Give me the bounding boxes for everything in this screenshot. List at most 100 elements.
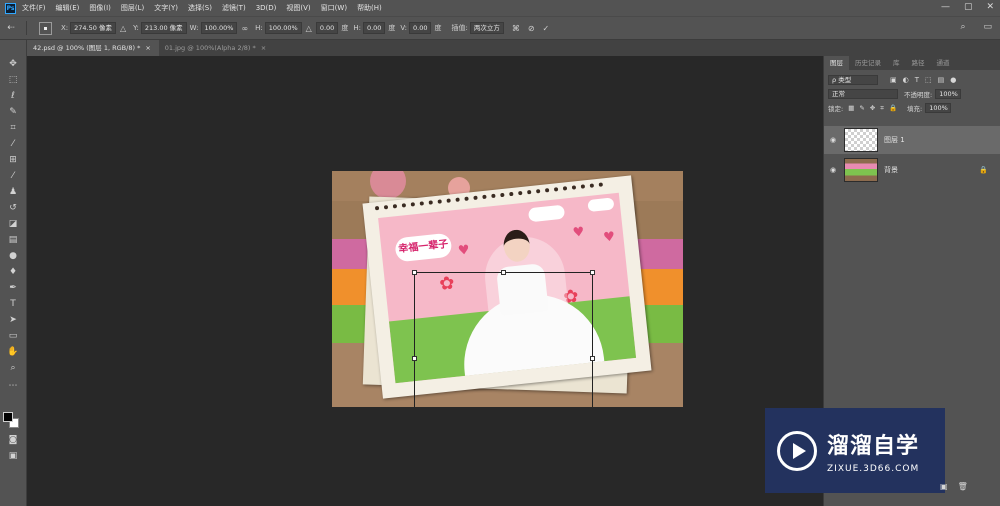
lock-artboard-icon[interactable]: ⌗ xyxy=(880,104,884,113)
tab-layers[interactable]: 图层 xyxy=(824,56,849,70)
lock-position-icon[interactable]: ✥ xyxy=(870,104,875,112)
screen-mode-icon[interactable]: ▣ xyxy=(5,450,21,463)
foreground-color-swatch[interactable] xyxy=(3,412,13,422)
blur-tool-icon[interactable]: ● xyxy=(5,250,21,263)
history-brush-tool-icon[interactable]: ↺ xyxy=(5,202,21,215)
type-filter-icon[interactable]: T xyxy=(915,76,919,84)
width-input[interactable]: 100.00% xyxy=(200,22,238,34)
y-input[interactable]: 213.00 像素 xyxy=(140,22,187,34)
layer-item-background[interactable]: ◉ 背景 🔒 xyxy=(824,156,1000,184)
warp-mode-icon[interactable]: ⌘ xyxy=(512,24,520,33)
tab-history[interactable]: 历史记录 xyxy=(849,56,887,70)
delete-layer-icon[interactable]: 🗑 xyxy=(958,482,968,491)
new-layer-icon[interactable]: ▣ xyxy=(940,482,948,491)
opacity-input[interactable]: 100% xyxy=(935,89,962,99)
pixel-filter-icon[interactable]: ▣ xyxy=(890,76,897,84)
lock-label: 锁定: xyxy=(828,105,844,113)
move-tool-preset-icon[interactable]: ⇠ xyxy=(0,23,22,33)
x-input[interactable]: 274.50 像素 xyxy=(70,22,116,34)
healing-tool-icon[interactable]: ⊞ xyxy=(5,154,21,167)
brush-tool-icon[interactable]: ⁄ xyxy=(5,170,21,183)
close-tab-icon[interactable]: × xyxy=(145,44,150,52)
type-tool-icon[interactable]: T xyxy=(5,298,21,311)
minimize-button[interactable]: — xyxy=(941,2,950,12)
lock-pixels-icon[interactable]: ✎ xyxy=(859,104,864,112)
menu-filter[interactable]: 滤镜(T) xyxy=(222,3,246,13)
shape-filter-icon[interactable]: ⬚ xyxy=(925,76,932,84)
hskew-input[interactable]: 0.00 xyxy=(362,22,386,34)
lock-transparent-icon[interactable]: ▦ xyxy=(848,104,854,112)
eyedropper-tool-icon[interactable]: ⁄ xyxy=(5,138,21,151)
commit-transform-icon[interactable]: ✓ xyxy=(543,24,550,33)
tab-42-psd[interactable]: 42.psd @ 100% (图层 1, RGB/8) * × xyxy=(27,40,159,56)
transform-handle[interactable] xyxy=(412,356,417,361)
options-bar: ⇠ X: 274.50 像素 △ Y: 213.00 像素 W: 100.00%… xyxy=(0,16,1000,40)
crop-tool-icon[interactable]: ⌗ xyxy=(5,122,21,135)
blend-mode-select[interactable]: 正常 xyxy=(828,89,898,99)
stamp-tool-icon[interactable]: ♟ xyxy=(5,186,21,199)
tab-01-jpg[interactable]: 01.jpg @ 100%(Alpha 2/8) * × xyxy=(159,40,274,56)
lock-all-icon[interactable]: 🔒 xyxy=(889,104,897,112)
transform-handle[interactable] xyxy=(412,270,417,275)
fill-input[interactable]: 100% xyxy=(925,103,952,113)
quick-select-tool-icon[interactable]: ✎ xyxy=(5,106,21,119)
transform-handle[interactable] xyxy=(590,270,595,275)
angle-input[interactable]: 0.00 xyxy=(315,22,339,34)
move-tool-icon[interactable]: ✥ xyxy=(5,58,21,71)
tab-paths[interactable]: 路径 xyxy=(906,56,931,70)
visibility-eye-icon[interactable]: ◉ xyxy=(824,166,842,174)
workspace-icon[interactable]: ▭ xyxy=(983,22,992,32)
pen-tool-icon[interactable]: ✒ xyxy=(5,282,21,295)
transform-handle[interactable] xyxy=(590,356,595,361)
x-label: X: xyxy=(61,24,69,32)
menu-edit[interactable]: 编辑(E) xyxy=(56,3,80,13)
marquee-tool-icon[interactable]: ⬚ xyxy=(5,74,21,87)
menu-window[interactable]: 窗口(W) xyxy=(321,3,347,13)
height-input[interactable]: 100.00% xyxy=(264,22,302,34)
menu-view[interactable]: 视图(V) xyxy=(286,3,310,13)
transform-bounding-box[interactable] xyxy=(412,270,595,407)
reference-point-icon[interactable] xyxy=(39,21,52,35)
triangle-icon[interactable]: △ xyxy=(120,24,126,33)
dodge-tool-icon[interactable]: ♦ xyxy=(5,266,21,279)
document-canvas[interactable]: 幸福一辈子 ✿ ✿ ♥ ♥ ♥ xyxy=(332,171,683,407)
h-label: H: xyxy=(255,24,263,32)
filter-toggle-icon[interactable]: ● xyxy=(950,76,956,84)
hand-tool-icon[interactable]: ✋ xyxy=(5,346,21,359)
close-button[interactable]: ✕ xyxy=(986,2,994,12)
quick-mask-icon[interactable]: ◙ xyxy=(5,434,21,447)
menu-3d[interactable]: 3D(D) xyxy=(256,4,277,12)
blend-row: 正常 不透明度: 100% xyxy=(824,87,1000,101)
zoom-tool-icon[interactable]: ⌕ xyxy=(5,362,21,375)
shape-tool-icon[interactable]: ▭ xyxy=(5,330,21,343)
transform-handle[interactable] xyxy=(501,270,506,275)
tab-libraries[interactable]: 库 xyxy=(887,56,906,70)
canvas-workspace[interactable]: 幸福一辈子 ✿ ✿ ♥ ♥ ♥ xyxy=(27,56,820,506)
close-tab-icon[interactable]: × xyxy=(261,44,266,52)
smart-filter-icon[interactable]: ▤ xyxy=(938,76,945,84)
lasso-tool-icon[interactable]: ℓ xyxy=(5,90,21,103)
maximize-button[interactable]: ▢ xyxy=(964,2,973,12)
panel-collapse-bar[interactable] xyxy=(820,40,1000,56)
gradient-tool-icon[interactable]: ▤ xyxy=(5,234,21,247)
cancel-transform-icon[interactable]: ⊘ xyxy=(528,24,535,33)
menu-select[interactable]: 选择(S) xyxy=(188,3,212,13)
search-icon[interactable]: ⌕ xyxy=(960,22,965,32)
menu-image[interactable]: 图像(I) xyxy=(89,3,111,13)
visibility-eye-icon[interactable]: ◉ xyxy=(824,136,842,144)
vskew-input[interactable]: 0.00 xyxy=(409,22,432,34)
interpolation-select[interactable]: 两次立方 xyxy=(469,22,504,34)
tab-channels[interactable]: 通道 xyxy=(931,56,956,70)
eraser-tool-icon[interactable]: ◪ xyxy=(5,218,21,231)
menu-bar: Ps 文件(F) 编辑(E) 图像(I) 图层(L) 文字(Y) 选择(S) 滤… xyxy=(0,0,1000,16)
adjustment-filter-icon[interactable]: ◐ xyxy=(903,76,909,84)
layer-item-1[interactable]: ◉ 图层 1 xyxy=(824,126,1000,154)
menu-layer[interactable]: 图层(L) xyxy=(121,3,144,13)
link-icon[interactable]: ∞ xyxy=(241,24,248,33)
layer-filter-select[interactable]: ρ 类型 xyxy=(828,75,878,85)
menu-type[interactable]: 文字(Y) xyxy=(154,3,178,13)
more-tools-icon[interactable]: ⋯ xyxy=(5,380,21,393)
menu-file[interactable]: 文件(F) xyxy=(22,3,46,13)
menu-help[interactable]: 帮助(H) xyxy=(357,3,382,13)
path-select-tool-icon[interactable]: ➤ xyxy=(5,314,21,327)
